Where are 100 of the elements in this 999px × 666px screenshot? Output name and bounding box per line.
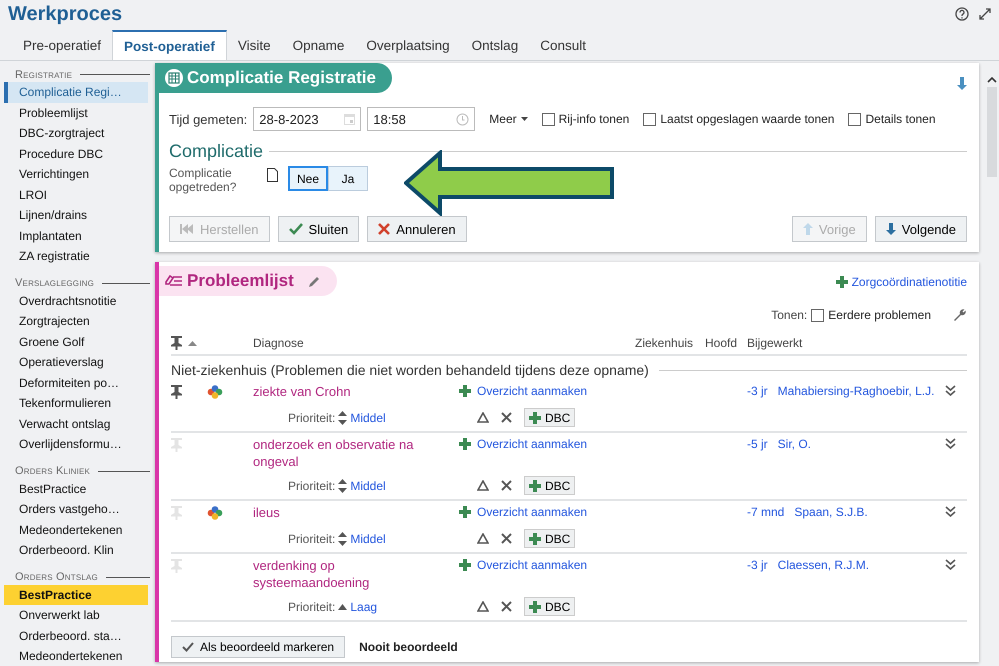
checkbox[interactable] bbox=[643, 112, 656, 126]
help-icon[interactable] bbox=[955, 7, 969, 21]
tab[interactable]: Opname bbox=[282, 30, 356, 60]
scroll-thumb[interactable] bbox=[987, 87, 997, 177]
expand-icon[interactable] bbox=[979, 8, 991, 20]
checkbox[interactable] bbox=[811, 308, 824, 322]
tab[interactable]: Post-operatief bbox=[112, 30, 227, 60]
sidebar-item[interactable]: Overlijdensformu… bbox=[4, 434, 148, 454]
sort-icon[interactable] bbox=[338, 410, 348, 424]
checkbox[interactable] bbox=[542, 112, 555, 126]
updated-link[interactable]: -5 jr bbox=[747, 437, 768, 451]
tab[interactable]: Visite bbox=[226, 30, 282, 60]
close-icon[interactable] bbox=[501, 480, 512, 491]
sidebar-item[interactable]: Orderbeoord. sta… bbox=[4, 626, 148, 646]
arrow-down-icon[interactable] bbox=[957, 76, 967, 90]
pin-icon[interactable] bbox=[171, 336, 182, 350]
caret-up-icon[interactable] bbox=[987, 77, 997, 83]
sort-icon[interactable] bbox=[338, 532, 348, 546]
sidebar-item[interactable]: Zorgtrajecten bbox=[4, 311, 148, 332]
dbc-button[interactable]: DBC bbox=[524, 476, 576, 495]
diagnosis-link[interactable]: onderzoek en observatie na ongeval bbox=[253, 436, 459, 470]
dbc-button[interactable]: DBC bbox=[524, 408, 576, 427]
create-overview-link[interactable]: Overzicht aanmaken bbox=[459, 557, 635, 572]
action-button[interactable]: Sluiten bbox=[278, 216, 360, 242]
author-link[interactable]: Spaan, S.J.B. bbox=[794, 505, 868, 519]
author-link[interactable]: Mahabiersing-Raghoebir, L.J. bbox=[778, 384, 934, 398]
create-overview-link[interactable]: Overzicht aanmaken bbox=[459, 504, 635, 519]
checkbox[interactable] bbox=[848, 112, 862, 126]
triangle-icon[interactable] bbox=[477, 412, 489, 423]
diagnosis-link[interactable]: verdenking op systeemaandoening bbox=[253, 557, 459, 591]
sidebar-item[interactable]: DBC-zorgtraject bbox=[4, 123, 148, 144]
sidebar-item[interactable]: Orderbeoord. Klin bbox=[4, 540, 148, 560]
nav-button[interactable]: Volgende bbox=[874, 216, 967, 242]
close-icon[interactable] bbox=[501, 533, 512, 544]
answer-option[interactable]: Ja bbox=[328, 166, 368, 191]
triangle-icon[interactable] bbox=[477, 533, 489, 544]
dbc-button[interactable]: DBC bbox=[524, 597, 576, 616]
sidebar-item[interactable]: Complicatie Regi… bbox=[4, 82, 148, 102]
priority-link[interactable]: Middel bbox=[350, 478, 386, 492]
sidebar-item[interactable]: Overdrachtsnotitie bbox=[4, 290, 148, 311]
sidebar-item[interactable]: Verwacht ontslag bbox=[4, 414, 148, 434]
add-note-link[interactable]: Zorgcoördinatienotitie bbox=[836, 275, 967, 289]
author-link[interactable]: Sir, O. bbox=[778, 437, 812, 451]
sort-up-icon[interactable] bbox=[188, 340, 197, 346]
diagnosis-link[interactable]: ziekte van Crohn bbox=[253, 383, 459, 400]
document-icon[interactable] bbox=[267, 168, 278, 182]
priority-link[interactable]: Middel bbox=[350, 532, 386, 546]
tab[interactable]: Pre-operatief bbox=[12, 30, 112, 60]
double-chevron-icon[interactable] bbox=[945, 506, 956, 517]
priority-link[interactable]: Laag bbox=[350, 600, 378, 614]
action-button[interactable]: Annuleren bbox=[367, 216, 467, 242]
tab[interactable]: Ontslag bbox=[460, 30, 530, 60]
double-chevron-icon[interactable] bbox=[945, 438, 956, 449]
updated-link[interactable]: -3 jr bbox=[747, 384, 768, 398]
priority-link[interactable]: Middel bbox=[350, 410, 386, 424]
pin-icon[interactable] bbox=[171, 385, 182, 399]
sidebar-item[interactable]: LROI bbox=[4, 184, 148, 205]
sort-icon[interactable] bbox=[338, 478, 348, 492]
sidebar-item[interactable]: BestPractice bbox=[4, 584, 148, 605]
tab[interactable]: Consult bbox=[529, 30, 597, 60]
double-chevron-icon[interactable] bbox=[945, 559, 956, 570]
sidebar-item[interactable]: Onverwerkt lab bbox=[4, 605, 148, 626]
sidebar-item[interactable]: Implantaten bbox=[4, 226, 148, 246]
caret-up-icon[interactable] bbox=[338, 604, 348, 610]
sidebar-item[interactable]: Groene Golf bbox=[4, 332, 148, 352]
sidebar-item[interactable]: Orders vastgeho… bbox=[4, 499, 148, 520]
answer-option[interactable]: Nee bbox=[288, 166, 328, 191]
author-link[interactable]: Claessen, R.J.M. bbox=[778, 558, 870, 572]
date-field[interactable]: 28-8-2023 bbox=[253, 107, 362, 131]
double-chevron-icon[interactable] bbox=[945, 385, 956, 396]
diagnosis-link[interactable]: ileus bbox=[253, 504, 459, 521]
create-overview-link[interactable]: Overzicht aanmaken bbox=[459, 436, 635, 451]
column-header[interactable]: Hoofd bbox=[705, 332, 747, 354]
column-header[interactable]: Ziekenhuis bbox=[635, 332, 705, 354]
sidebar-item[interactable]: Lijnen/drains bbox=[4, 205, 148, 226]
sidebar-item[interactable]: Medeondertekenen bbox=[4, 520, 148, 540]
sidebar-item[interactable]: Tekenformulieren bbox=[4, 393, 148, 414]
sidebar-item[interactable]: BestPractice bbox=[4, 478, 148, 499]
updated-link[interactable]: -3 jr bbox=[747, 558, 768, 572]
more-dropdown[interactable]: Meer bbox=[489, 112, 528, 126]
tab[interactable]: Overplaatsing bbox=[355, 30, 461, 60]
create-overview-link[interactable]: Overzicht aanmaken bbox=[459, 383, 635, 398]
column-header[interactable]: Diagnose bbox=[253, 332, 459, 354]
close-icon[interactable] bbox=[501, 412, 512, 423]
mark-reviewed-button[interactable]: Als beoordeeld markeren bbox=[171, 636, 346, 658]
wrench-icon[interactable] bbox=[953, 308, 967, 322]
close-icon[interactable] bbox=[501, 601, 512, 612]
pencil-icon[interactable] bbox=[308, 274, 321, 288]
triangle-icon[interactable] bbox=[477, 601, 489, 612]
dbc-button[interactable]: DBC bbox=[524, 529, 576, 548]
sidebar-item[interactable]: Deformiteiten po… bbox=[4, 372, 148, 393]
sidebar-item[interactable]: Medeondertekenen bbox=[4, 646, 148, 666]
time-field[interactable]: 18:58 bbox=[367, 107, 476, 131]
sidebar-item[interactable]: ZA registratie bbox=[4, 246, 148, 266]
sidebar-item[interactable]: Probleemlijst bbox=[4, 102, 148, 123]
column-header[interactable]: Bijgewerkt bbox=[747, 332, 945, 354]
updated-link[interactable]: -7 mnd bbox=[747, 505, 784, 519]
sidebar-item[interactable]: Verrichtingen bbox=[4, 164, 148, 184]
sidebar-item[interactable]: Operatieverslag bbox=[4, 352, 148, 372]
triangle-icon[interactable] bbox=[477, 480, 489, 491]
